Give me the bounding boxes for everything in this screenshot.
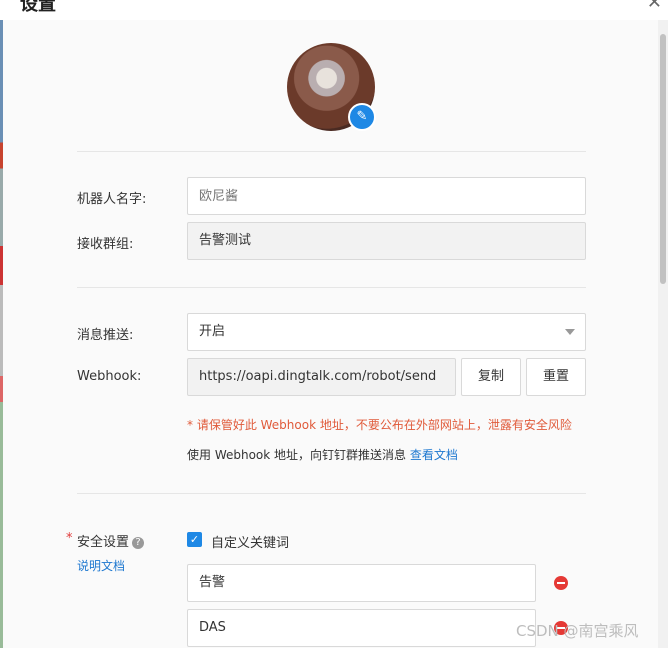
robot-name-input[interactable]: [187, 177, 586, 215]
reset-button[interactable]: 重置: [526, 358, 586, 396]
check-icon: ✓: [189, 533, 200, 546]
watermark: CSDN @南宫乘风: [516, 622, 639, 640]
robot-name-label: 机器人名字:: [77, 192, 147, 207]
webhook-label: Webhook:: [77, 369, 142, 384]
minus-circle-icon[interactable]: [554, 576, 568, 590]
group-value: 告警测试: [199, 233, 252, 248]
dialog-title: 设置: [20, 0, 56, 15]
pencil-icon[interactable]: ✎: [348, 103, 376, 131]
divider: [77, 151, 586, 152]
view-doc-link[interactable]: 查看文档: [410, 448, 458, 462]
question-icon[interactable]: ?: [132, 537, 145, 549]
keyword-input[interactable]: 告警: [187, 564, 536, 602]
keyword-value: DAS: [199, 620, 226, 635]
close-icon[interactable]: ✕: [647, 0, 662, 13]
chevron-down-icon: [565, 329, 575, 335]
group-label: 接收群组:: [77, 237, 134, 252]
divider: [77, 493, 586, 494]
scrollbar[interactable]: [658, 20, 668, 648]
group-field: 告警测试: [187, 222, 586, 260]
push-select[interactable]: 开启: [187, 313, 586, 351]
push-label: 消息推送:: [77, 328, 134, 343]
help-doc-link[interactable]: 说明文档: [77, 557, 125, 574]
security-label-text: 安全设置: [77, 535, 130, 550]
webhook-field[interactable]: https://oapi.dingtalk.com/robot/send: [187, 358, 456, 396]
scrollbar-thumb[interactable]: [660, 34, 666, 284]
keyword-input[interactable]: DAS: [187, 609, 536, 647]
push-select-value: 开启: [199, 324, 226, 339]
dialog-header: 设置 ✕: [0, 0, 668, 20]
webhook-value: https://oapi.dingtalk.com/robot/send: [199, 369, 437, 384]
webhook-note: 使用 Webhook 地址，向钉钉群推送消息 查看文档: [187, 446, 458, 463]
webhook-warning: * 请保管好此 Webhook 地址，不要公布在外部网站上，泄露有安全风险: [187, 418, 572, 432]
custom-keyword-label: 自定义关键词: [211, 536, 290, 551]
security-label: 安全设置?: [77, 531, 145, 550]
copy-button[interactable]: 复制: [461, 358, 521, 396]
required-mark: *: [66, 531, 73, 546]
keyword-value: 告警: [199, 575, 226, 590]
divider: [77, 287, 586, 288]
webhook-note-text: 使用 Webhook 地址，向钉钉群推送消息: [187, 448, 407, 462]
custom-keyword-checkbox[interactable]: ✓: [187, 532, 202, 547]
